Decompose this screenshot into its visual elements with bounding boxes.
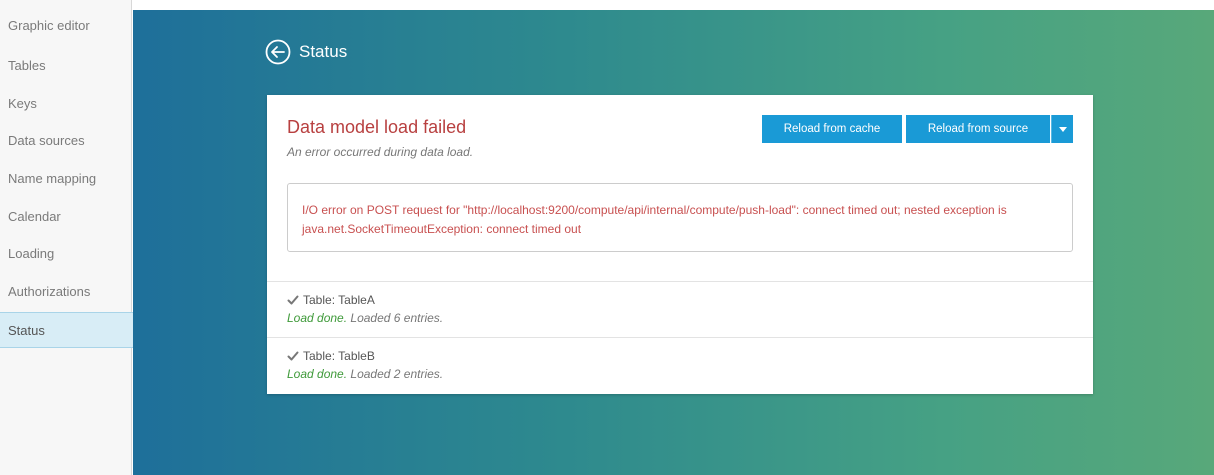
caret-down-icon — [1058, 126, 1067, 132]
sidebar: Graphic editor Tables Keys Data sources … — [0, 0, 133, 475]
reload-from-source-button[interactable]: Reload from source — [906, 115, 1050, 143]
load-status: Load done. Loaded 6 entries. — [287, 311, 443, 325]
error-message: I/O error on POST request for "http://lo… — [302, 203, 1007, 236]
table-row: Table: TableB Load done. Loaded 2 entrie… — [267, 337, 1093, 393]
load-detail: Loaded 6 entries. — [350, 311, 444, 325]
reload-from-cache-button[interactable]: Reload from cache — [762, 115, 902, 143]
error-subtitle: An error occurred during data load. — [287, 145, 474, 159]
page-header: Status — [265, 39, 347, 65]
sidebar-item-data-sources[interactable]: Data sources — [0, 123, 131, 159]
load-done-label: Load done. — [287, 367, 348, 381]
table-name-line: Table: TableB — [287, 349, 375, 363]
load-detail: Loaded 2 entries. — [350, 367, 444, 381]
table-name: Table: TableA — [303, 293, 375, 307]
load-done-label: Load done. — [287, 311, 348, 325]
error-title: Data model load failed — [287, 117, 467, 137]
sidebar-item-graphic-editor[interactable]: Graphic editor — [0, 8, 131, 44]
load-status: Load done. Loaded 2 entries. — [287, 367, 443, 381]
page-title: Status — [299, 42, 348, 61]
status-card: Data model load failed An error occurred… — [267, 95, 1093, 394]
error-message-box: I/O error on POST request for "http://lo… — [287, 183, 1073, 252]
sidebar-item-loading[interactable]: Loading — [0, 236, 131, 272]
reload-options-dropdown-button[interactable] — [1051, 115, 1073, 143]
checkmark-icon — [287, 294, 299, 306]
sidebar-item-status[interactable]: Status — [0, 312, 133, 348]
table-name-line: Table: TableA — [287, 293, 375, 307]
sidebar-item-calendar[interactable]: Calendar — [0, 199, 131, 235]
back-circle-arrow-icon[interactable] — [265, 39, 291, 65]
sidebar-item-keys[interactable]: Keys — [0, 86, 131, 122]
sidebar-item-name-mapping[interactable]: Name mapping — [0, 161, 131, 197]
table-name: Table: TableB — [303, 349, 375, 363]
checkmark-icon — [287, 350, 299, 362]
main-panel: Status Data model load failed An error o… — [133, 10, 1214, 475]
table-row: Table: TableA Load done. Loaded 6 entrie… — [267, 281, 1093, 337]
sidebar-item-tables[interactable]: Tables — [0, 48, 131, 84]
sidebar-item-authorizations[interactable]: Authorizations — [0, 274, 131, 310]
